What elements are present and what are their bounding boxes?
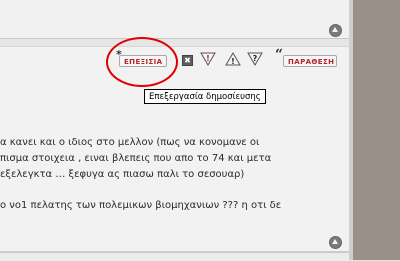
post-panel	[0, 46, 349, 252]
quote-marker-icon: “	[275, 47, 284, 63]
highlight-ring-annotation	[106, 37, 178, 87]
warn-user-icon[interactable]: !	[225, 52, 241, 66]
quote-post-button[interactable]: ΠΑΡΑΘΕΣΗ	[283, 55, 337, 67]
previous-post	[0, 0, 349, 39]
post-text-line: α κανει και ο ιδιος στο μελλον (πως να κ…	[0, 137, 260, 148]
delete-post-icon[interactable]: ✖	[182, 55, 193, 66]
post-text-line: πισμα στοιχεια , ειναι βλεπεις που απο τ…	[0, 153, 272, 164]
info-symbol: ?	[253, 54, 258, 63]
post-text-line: εξελεγκτα … ξεφυγα ας πιασω παλι το σεσο…	[0, 169, 245, 180]
back-to-top-icon[interactable]	[329, 24, 342, 37]
back-to-top-icon[interactable]	[329, 236, 342, 249]
post-text-line: ο νο1 πελατης των πολεμικων βιομηχανιων …	[0, 200, 282, 211]
edit-post-tooltip: Επεξεργασία δημοσίευσης	[144, 89, 266, 104]
report-post-icon[interactable]: !	[200, 52, 216, 66]
warn-symbol: !	[231, 57, 235, 66]
report-symbol: !	[206, 54, 210, 63]
page-side-panel	[353, 0, 400, 260]
post-info-icon[interactable]: ?	[247, 52, 263, 66]
